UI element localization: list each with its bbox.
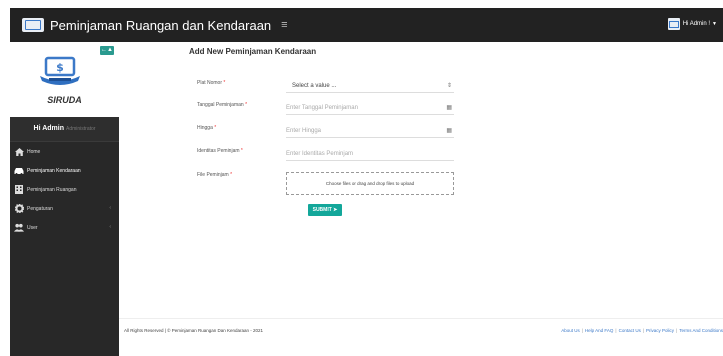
app-title: Peminjaman Ruangan dan Kendaraan xyxy=(50,17,272,33)
top-navbar: Peminjaman Ruangan dan Kendaraan ≡ Hi Ad… xyxy=(10,8,723,42)
file-peminjam-label: File Peminjam * xyxy=(197,172,233,178)
calendar-icon[interactable]: ▦ xyxy=(446,125,452,138)
user-greeting: Hi Admin xyxy=(33,125,64,132)
footer-link-about[interactable]: About Us xyxy=(561,328,580,333)
sidebar-user-panel: Hi Admin Administrator xyxy=(10,117,119,142)
home-icon xyxy=(14,147,24,156)
submit-button[interactable]: SUBMIT ➤ xyxy=(308,204,342,216)
sidebar-nav: Home Peminjaman Kendaraan Peminjaman Rua… xyxy=(10,142,119,237)
sidebar-item-label: Peminjaman Kendaraan xyxy=(27,167,81,174)
sidebar-item-pengaturan[interactable]: Pengaturan ‹ xyxy=(10,199,119,218)
hamburger-icon[interactable]: ≡ xyxy=(281,19,287,31)
sidebar-toggle-button[interactable]: ←▲ xyxy=(100,46,114,55)
user-role: Administrator xyxy=(66,126,96,132)
calendar-icon[interactable]: ▦ xyxy=(446,102,452,115)
sidebar-item-label: User xyxy=(27,224,38,231)
tanggal-peminjaman-label: Tanggal Peminjaman * xyxy=(197,102,248,108)
file-upload-dropzone[interactable]: Choose files or drag and drop files to u… xyxy=(286,172,454,195)
chevron-left-icon: ‹ xyxy=(109,205,111,211)
gear-icon xyxy=(14,204,24,213)
hingga-input[interactable]: Enter Hingga ▦ xyxy=(286,125,454,138)
chevron-left-icon: ‹ xyxy=(109,224,111,230)
identitas-peminjam-input[interactable]: Enter Identitas Peminjam xyxy=(286,148,454,161)
sidebar-item-peminjaman-kendaraan[interactable]: Peminjaman Kendaraan xyxy=(10,161,119,180)
footer-link-contact[interactable]: Contact Us xyxy=(619,328,641,333)
users-icon xyxy=(14,223,24,232)
siruda-logo-text: SIRUDA xyxy=(47,95,82,105)
footer-copyright: All Rights Reserved | © Peminjaman Ruang… xyxy=(124,328,264,333)
user-menu-label: Hi Admin ! xyxy=(682,21,711,27)
identitas-peminjam-label: Identitas Peminjam * xyxy=(197,148,243,154)
brand[interactable]: Peminjaman Ruangan dan Kendaraan ≡ xyxy=(22,15,288,35)
brand-logo-icon xyxy=(22,18,44,32)
svg-text:$: $ xyxy=(56,61,64,74)
caret-down-icon: ▼ xyxy=(712,21,717,27)
plat-nomor-label: Plat Nomor * xyxy=(197,80,226,86)
sidebar-item-user[interactable]: User ‹ xyxy=(10,218,119,237)
avatar xyxy=(667,18,680,30)
footer: All Rights Reserved | © Peminjaman Ruang… xyxy=(119,318,723,343)
sidebar-item-label: Pengaturan xyxy=(27,205,53,212)
car-icon xyxy=(14,166,24,175)
footer-link-terms[interactable]: Terms And Conditions xyxy=(679,328,723,333)
siruda-logo-icon: $ xyxy=(40,56,80,85)
plat-nomor-select[interactable]: Select a value ... ⇕ xyxy=(286,80,454,93)
user-menu[interactable]: Hi Admin ! ▼ xyxy=(667,18,717,30)
send-icon: ➤ xyxy=(333,207,338,213)
plat-nomor-value: Select a value ... xyxy=(292,83,337,89)
sidebar-item-label: Peminjaman Ruangan xyxy=(27,186,77,193)
sidebar-item-label: Home xyxy=(27,148,41,155)
select-arrow-icon: ⇕ xyxy=(446,83,452,89)
page-title: Add New Peminjaman Kendaraan xyxy=(189,47,317,56)
footer-link-help[interactable]: Help And FAQ xyxy=(585,328,614,333)
hingga-label: Hingga * xyxy=(197,125,217,131)
sidebar: ←▲ $ SIRUDA Hi Admin Administrator Home P… xyxy=(10,42,119,356)
sidebar-logo-area: ←▲ $ SIRUDA xyxy=(10,42,119,117)
sidebar-item-home[interactable]: Home xyxy=(10,142,119,161)
sidebar-item-peminjaman-ruangan[interactable]: Peminjaman Ruangan xyxy=(10,180,119,199)
building-icon xyxy=(14,185,24,194)
footer-links: About Us | Help And FAQ | Contact Us | Privacy… xyxy=(561,328,723,333)
tanggal-peminjaman-input[interactable]: Enter Tanggal Peminjaman ▦ xyxy=(286,102,454,115)
footer-link-privacy[interactable]: Privacy Policy xyxy=(646,328,674,333)
